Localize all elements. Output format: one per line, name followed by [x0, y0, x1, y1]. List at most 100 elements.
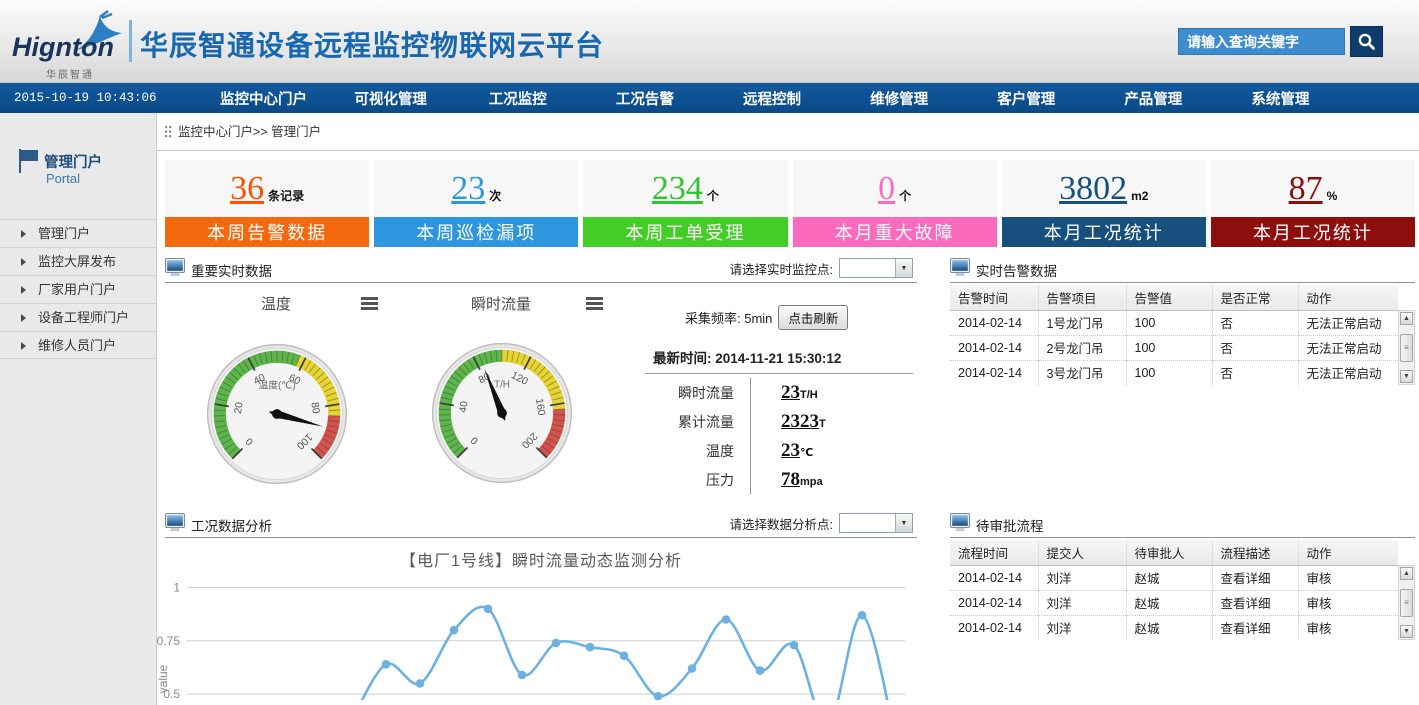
column-header: 流程描述 [1212, 540, 1298, 565]
table-cell: 2014-02-14 [950, 360, 1038, 385]
alarm-table-scrollbar[interactable]: ▲ ≡ ▼ [1398, 310, 1415, 385]
alarm-row-0: 2014-02-141号龙门吊100否无法正常启动 [950, 310, 1398, 335]
breadcrumb-icon [165, 126, 172, 138]
gauge-flow-toolbox-icon[interactable] [586, 297, 603, 312]
arrow-right-icon [21, 286, 26, 294]
sidebar-item-1[interactable]: 监控大屏发布 [0, 247, 157, 275]
realtime-header: 重要实时数据 请选择实时监控点: ▼ [165, 255, 917, 283]
scroll-thumb[interactable]: ≡ [1400, 589, 1413, 617]
metric-value-cell: 2323T [750, 407, 826, 436]
metric-unit: ℃ [800, 446, 813, 459]
scroll-down-icon[interactable]: ▼ [1400, 625, 1413, 638]
sidebar-item-2[interactable]: 厂家用户门户 [0, 275, 157, 303]
svg-text:20: 20 [233, 401, 246, 414]
scroll-up-icon[interactable]: ▲ [1400, 567, 1413, 580]
sidebar-item-label: 管理门户 [38, 226, 90, 241]
monitor-point-select[interactable]: ▼ [839, 258, 913, 278]
table-cell: 无法正常启动 [1298, 335, 1398, 360]
right-panel: 实时告警数据 告警时间告警项目告警值是否正常动作2014-02-141号龙门吊1… [950, 255, 1415, 705]
stat-card-4: 3802 m2 本月工况统计 [1002, 160, 1206, 247]
nav-item-5[interactable]: 维修管理 [836, 88, 963, 109]
metric-name: 瞬时流量 [620, 383, 750, 403]
action-link[interactable]: 审核 [1298, 590, 1398, 615]
column-header: 流程时间 [950, 540, 1038, 565]
scroll-down-icon[interactable]: ▼ [1400, 370, 1413, 383]
sidebar-item-0[interactable]: 管理门户 [0, 219, 157, 247]
table-cell: 100 [1126, 310, 1212, 335]
nav-item-2[interactable]: 工况监控 [454, 88, 581, 109]
nav-item-0[interactable]: 监控中心门户 [200, 88, 327, 109]
monitor-icon [165, 258, 185, 277]
stat-value[interactable]: 0 [878, 170, 895, 208]
stat-banner: 本月工况统计 [1002, 217, 1206, 247]
stat-card-2: 234个本周工单受理 [583, 160, 787, 247]
realtime-picker-label: 请选择实时监控点: [730, 259, 833, 278]
action-link[interactable]: 审核 [1298, 565, 1398, 590]
stat-value[interactable]: 87 [1289, 170, 1323, 208]
metric-name: 温度 [620, 441, 750, 461]
navbar: 2015-10-19 10:43:06 监控中心门户可视化管理工况监控工况告警远… [0, 83, 1419, 113]
scroll-thumb[interactable]: ≡ [1400, 334, 1413, 362]
nav-item-6[interactable]: 客户管理 [963, 88, 1090, 109]
stat-value[interactable]: 3802 [1059, 170, 1127, 208]
gauge-temp-toolbox-icon[interactable] [361, 297, 378, 312]
sidebar-item-4[interactable]: 维修人员门户 [0, 331, 157, 359]
svg-text:40: 40 [458, 400, 471, 413]
column-header: 待审批人 [1126, 540, 1212, 565]
nav-item-3[interactable]: 工况告警 [581, 88, 708, 109]
sidebar-item-3[interactable]: 设备工程师门户 [0, 303, 157, 331]
alarm-table: 告警时间告警项目告警值是否正常动作2014-02-141号龙门吊100否无法正常… [950, 285, 1398, 385]
chevron-down-icon[interactable]: ▼ [895, 514, 912, 532]
nav-item-8[interactable]: 系统管理 [1217, 88, 1344, 109]
nav-item-4[interactable]: 远程控制 [708, 88, 835, 109]
table-cell: 2014-02-14 [950, 310, 1038, 335]
stat-unit: m2 [1131, 189, 1148, 203]
svg-text:温度(℃): 温度(℃) [258, 379, 295, 392]
stat-value[interactable]: 36 [230, 170, 264, 208]
alarm-header-row: 告警时间告警项目告警值是否正常动作 [950, 285, 1398, 310]
scroll-up-icon[interactable]: ▲ [1400, 312, 1413, 325]
metric-row-2: 温度23℃ [620, 436, 915, 465]
approval-table-scrollbar[interactable]: ▲ ≡ ▼ [1398, 565, 1415, 640]
action-link[interactable]: 审核 [1298, 615, 1398, 640]
collect-freq-row: 采集频率: 5min 点击刷新 [685, 305, 848, 330]
table-cell: 赵城 [1126, 565, 1212, 590]
chart-title: 【电厂1号线】瞬时流量动态监测分析 [165, 547, 917, 571]
approval-header-row: 流程时间提交人待审批人流程描述动作 [950, 540, 1398, 565]
stat-card-3: 0个本月重大故障 [793, 160, 997, 247]
svg-text:T/H: T/H [494, 380, 510, 391]
table-cell: 否 [1212, 360, 1298, 385]
sidebar-item-label: 监控大屏发布 [38, 254, 116, 269]
column-header: 动作 [1298, 540, 1398, 565]
alarm-header: 实时告警数据 [950, 255, 1415, 283]
page-title: 华辰智通设备远程监控物联网云平台 [140, 24, 604, 64]
nav-item-7[interactable]: 产品管理 [1090, 88, 1217, 109]
stat-card-top: 0个 [793, 160, 997, 217]
stat-card-top: 3802 m2 [1002, 160, 1206, 217]
metric-value: 2323 [781, 411, 819, 433]
chevron-down-icon[interactable]: ▼ [895, 259, 912, 277]
stat-value[interactable]: 23 [451, 170, 485, 208]
table-cell: 否 [1212, 310, 1298, 335]
stat-card-top: 23次 [374, 160, 578, 217]
gauge-temp-title: 温度 [236, 293, 316, 314]
stat-value[interactable]: 234 [652, 170, 703, 208]
metric-row-0: 瞬时流量23T/H [620, 378, 915, 407]
gauge-temperature: 020406080100温度(℃) [202, 339, 352, 489]
search-button[interactable] [1350, 26, 1383, 57]
flow-line-chart: 10.750.5value [157, 573, 917, 705]
stat-banner: 本周巡检漏项 [374, 217, 578, 247]
metrics-divider [645, 373, 913, 374]
search-input[interactable] [1178, 28, 1345, 55]
realtime-section: 重要实时数据 请选择实时监控点: ▼ 温度 瞬时流量 020406080100温… [165, 255, 917, 705]
refresh-button[interactable]: 点击刷新 [778, 305, 848, 330]
analysis-point-select[interactable]: ▼ [839, 513, 913, 533]
action-link[interactable]: 查看详细 [1212, 590, 1298, 615]
action-link[interactable]: 查看详细 [1212, 565, 1298, 590]
action-link[interactable]: 查看详细 [1212, 615, 1298, 640]
table-cell: 刘洋 [1038, 565, 1126, 590]
stat-card-top: 36条记录 [165, 160, 369, 217]
analysis-section-title: 工况数据分析 [191, 515, 272, 535]
nav-item-1[interactable]: 可视化管理 [327, 88, 454, 109]
approval-row-2: 2014-02-14刘洋赵城查看详细审核 [950, 615, 1398, 640]
